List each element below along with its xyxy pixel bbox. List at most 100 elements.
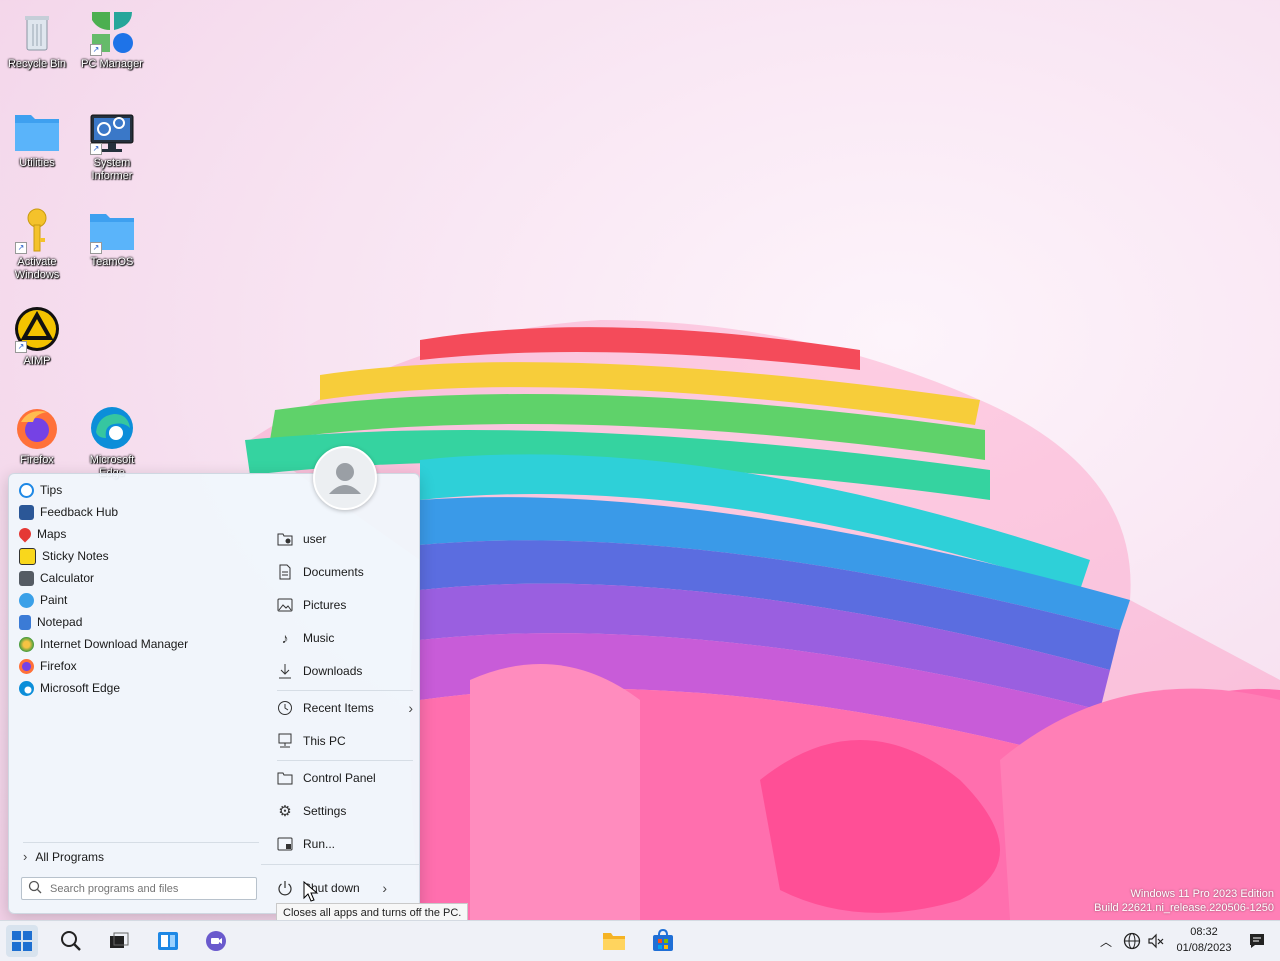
start-app-firefox[interactable]: Firefox: [19, 655, 77, 677]
pictures-icon: [277, 597, 293, 613]
folder-icon: [13, 107, 61, 155]
start-app-idm[interactable]: Internet Download Manager: [19, 633, 188, 655]
place-label: Recent Items: [303, 701, 374, 715]
place-this-pc[interactable]: This PC: [277, 729, 413, 753]
place-label: Downloads: [303, 664, 363, 678]
place-recent-items[interactable]: Recent Items ›: [277, 696, 413, 720]
desktop-icon-recycle-bin[interactable]: Recycle Bin: [1, 8, 73, 71]
desktop-icon-aimp[interactable]: ↗ AIMP: [1, 305, 73, 368]
start-app-label: Sticky Notes: [42, 549, 109, 563]
firefox-icon: [19, 658, 34, 674]
desktop-icon-system-informer[interactable]: ↗ System Informer: [76, 107, 148, 183]
globe-icon: [1123, 932, 1141, 950]
desktop-icon-firefox[interactable]: Firefox: [1, 404, 73, 467]
start-app-microsoft-edge[interactable]: Microsoft Edge: [19, 677, 120, 699]
place-label: Music: [303, 631, 335, 645]
place-label: user: [303, 532, 327, 546]
place-documents[interactable]: Documents: [277, 560, 413, 584]
desktop-icon-label: Recycle Bin: [7, 58, 67, 70]
file-explorer-button[interactable]: [598, 925, 630, 957]
start-app-label: Calculator: [40, 571, 95, 585]
place-label: Pictures: [303, 598, 347, 612]
search-input[interactable]: [48, 881, 242, 896]
clock[interactable]: 08:32 01/08/2023: [1170, 924, 1238, 956]
chat-icon: [206, 931, 226, 951]
teams-chat-button[interactable]: [200, 925, 232, 957]
search-icon: [61, 931, 81, 951]
speaker-muted-icon: [1148, 933, 1164, 949]
clock-time: 08:32: [1190, 926, 1218, 938]
place-pictures[interactable]: Pictures: [277, 593, 413, 617]
place-label: Documents: [303, 565, 364, 579]
place-control-panel[interactable]: Control Panel: [277, 766, 413, 790]
place-label: This PC: [303, 734, 346, 748]
folder-icon: ↗: [88, 206, 136, 254]
shutdown-button[interactable]: Shut down ›: [277, 876, 387, 900]
windows-watermark: Windows 11 Pro 2023 Edition Build 22621.…: [1094, 887, 1274, 915]
desktop-icon-label: System Informer: [91, 157, 133, 182]
edge-icon: [19, 680, 34, 696]
shortcut-arrow-icon: ↗: [90, 143, 102, 155]
start-app-maps[interactable]: Maps: [16, 523, 67, 545]
search-box[interactable]: [21, 877, 257, 900]
start-app-calculator[interactable]: Calculator: [19, 567, 94, 589]
widgets-button[interactable]: [152, 925, 184, 957]
clock-date: 01/08/2023: [1176, 942, 1232, 954]
idm-icon: [19, 636, 34, 652]
divider: [261, 864, 419, 865]
start-app-label: Internet Download Manager: [40, 637, 189, 651]
start-app-label: Tips: [40, 483, 63, 497]
run-icon: [277, 836, 293, 852]
desktop-icon-label: Activate Windows: [14, 256, 60, 281]
paint-icon: [19, 592, 34, 608]
desktop-icon-pc-manager[interactable]: ↗ PC Manager: [76, 8, 148, 71]
chevron-right-icon: ›: [382, 880, 387, 896]
show-hidden-icons-button[interactable]: ︿: [1092, 925, 1120, 957]
volume-button[interactable]: [1142, 925, 1170, 957]
power-icon: [277, 880, 293, 896]
shortcut-arrow-icon: ↗: [15, 341, 27, 353]
place-settings[interactable]: ⚙ Settings: [277, 799, 413, 823]
notepad-icon: [19, 614, 31, 630]
firefox-icon: [13, 404, 61, 452]
place-downloads[interactable]: Downloads: [277, 659, 413, 683]
place-run[interactable]: Run...: [277, 832, 413, 856]
desktop-icon-microsoft-edge[interactable]: Microsoft Edge: [76, 404, 148, 480]
settings-icon: ⚙: [278, 803, 292, 820]
desktop-icon-teamos[interactable]: ↗ TeamOS: [76, 206, 148, 269]
start-app-feedback-hub[interactable]: Feedback Hub: [19, 501, 118, 523]
task-view-button[interactable]: [102, 925, 134, 957]
all-programs-button[interactable]: › All Programs: [23, 842, 259, 864]
start-button[interactable]: [6, 925, 38, 957]
start-app-label: Maps: [37, 527, 67, 541]
user-folder-icon: [277, 531, 293, 547]
key-icon: ↗: [13, 206, 61, 254]
notification-icon: [1250, 934, 1264, 948]
sticky-notes-icon: [19, 547, 36, 565]
windows-logo-icon: [12, 931, 32, 951]
place-music[interactable]: ♪ Music: [277, 626, 413, 650]
chevron-right-icon: ›: [23, 849, 28, 864]
start-app-label: Feedback Hub: [40, 505, 119, 519]
start-app-sticky-notes[interactable]: Sticky Notes: [19, 545, 109, 567]
desktop-icon-label: AIMP: [23, 355, 51, 367]
start-app-notepad[interactable]: Notepad: [19, 611, 82, 633]
file-explorer-icon: [603, 933, 625, 950]
maps-icon: [16, 525, 34, 543]
search-button[interactable]: [55, 925, 87, 957]
notification-center-button[interactable]: [1242, 925, 1272, 957]
start-app-tips[interactable]: Tips: [19, 479, 62, 501]
user-avatar[interactable]: [313, 446, 377, 510]
task-view-icon: [110, 932, 129, 948]
feedback-hub-icon: [19, 504, 34, 520]
place-label: Settings: [303, 804, 347, 818]
desktop-icon-utilities[interactable]: Utilities: [1, 107, 73, 170]
music-icon: ♪: [281, 630, 289, 646]
watermark-edition: Windows 11 Pro 2023 Edition: [1130, 888, 1275, 900]
place-user[interactable]: user: [277, 527, 413, 551]
recent-items-icon: [277, 700, 293, 716]
start-app-paint[interactable]: Paint: [19, 589, 67, 611]
microsoft-store-button[interactable]: [647, 925, 679, 957]
start-menu-places-pane: user Documents Pictures ♪ Music Download…: [261, 474, 419, 913]
desktop-icon-activate-windows[interactable]: ↗ Activate Windows: [1, 206, 73, 282]
